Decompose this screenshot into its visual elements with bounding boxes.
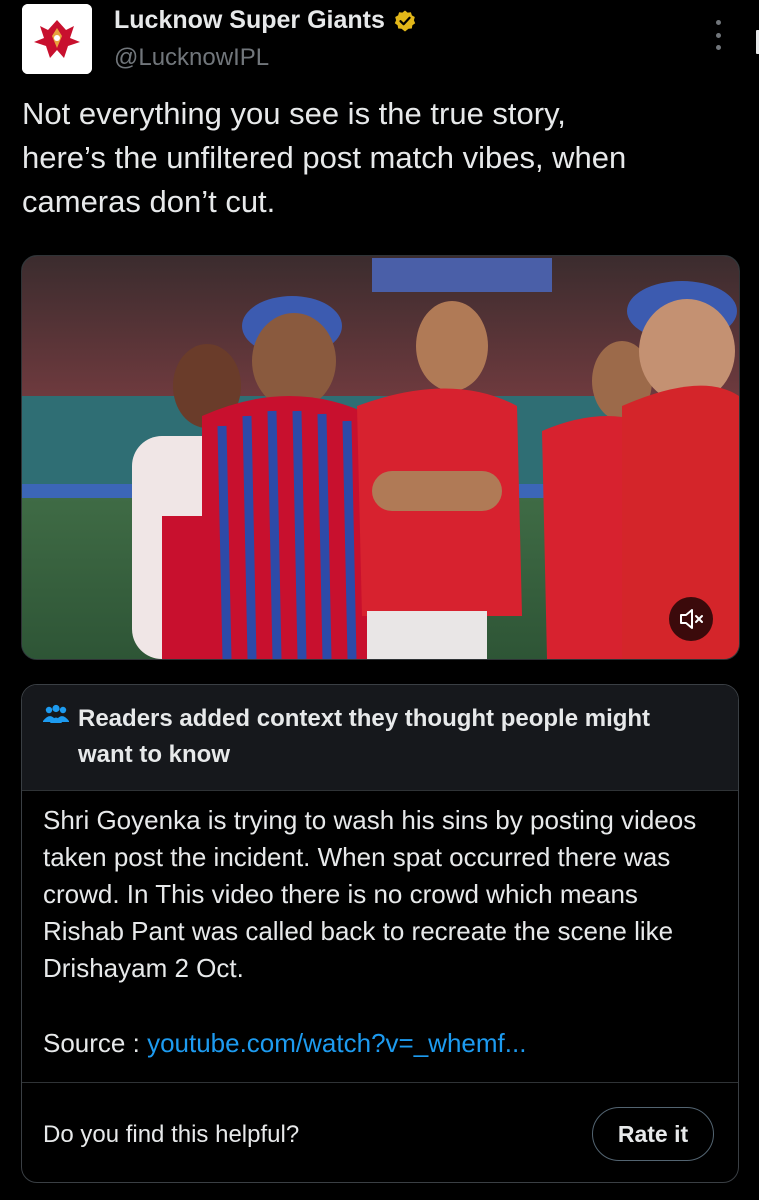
display-name[interactable]: Lucknow Super Giants: [114, 6, 385, 35]
more-options-icon[interactable]: [712, 20, 724, 50]
mute-toggle-button[interactable]: [669, 597, 713, 641]
helpful-question: Do you find this helpful?: [43, 1121, 300, 1148]
people-icon: [43, 704, 69, 723]
user-handle[interactable]: @LucknowIPL: [114, 44, 269, 72]
verified-badge-icon: [394, 10, 416, 31]
post-header: Lucknow Super Giants @LucknowIPL: [22, 4, 759, 78]
name-line: Lucknow Super Giants: [114, 6, 417, 35]
post-text: Not everything you see is the true story…: [22, 96, 627, 219]
community-note-header: Readers added context they thought peopl…: [22, 685, 738, 791]
source-label: Source :: [43, 1028, 148, 1058]
avatar[interactable]: [22, 4, 92, 74]
community-note-title[interactable]: Readers added context they thought peopl…: [78, 701, 698, 773]
source-link[interactable]: youtube.com/watch?v=_whemf...: [147, 1028, 526, 1058]
community-note-body: Shri Goyenka is trying to wash his sins …: [43, 805, 697, 983]
video-thumbnail: [22, 256, 739, 659]
community-note-source: Source : youtube.com/watch?v=_whemf...: [43, 1025, 526, 1062]
community-note: Readers added context they thought peopl…: [21, 684, 739, 1183]
muted-speaker-icon: [680, 609, 703, 629]
lsg-logo-icon: [22, 4, 92, 74]
divider: [22, 1082, 738, 1083]
video-player[interactable]: [21, 255, 740, 660]
rate-it-button[interactable]: Rate it: [592, 1107, 714, 1161]
